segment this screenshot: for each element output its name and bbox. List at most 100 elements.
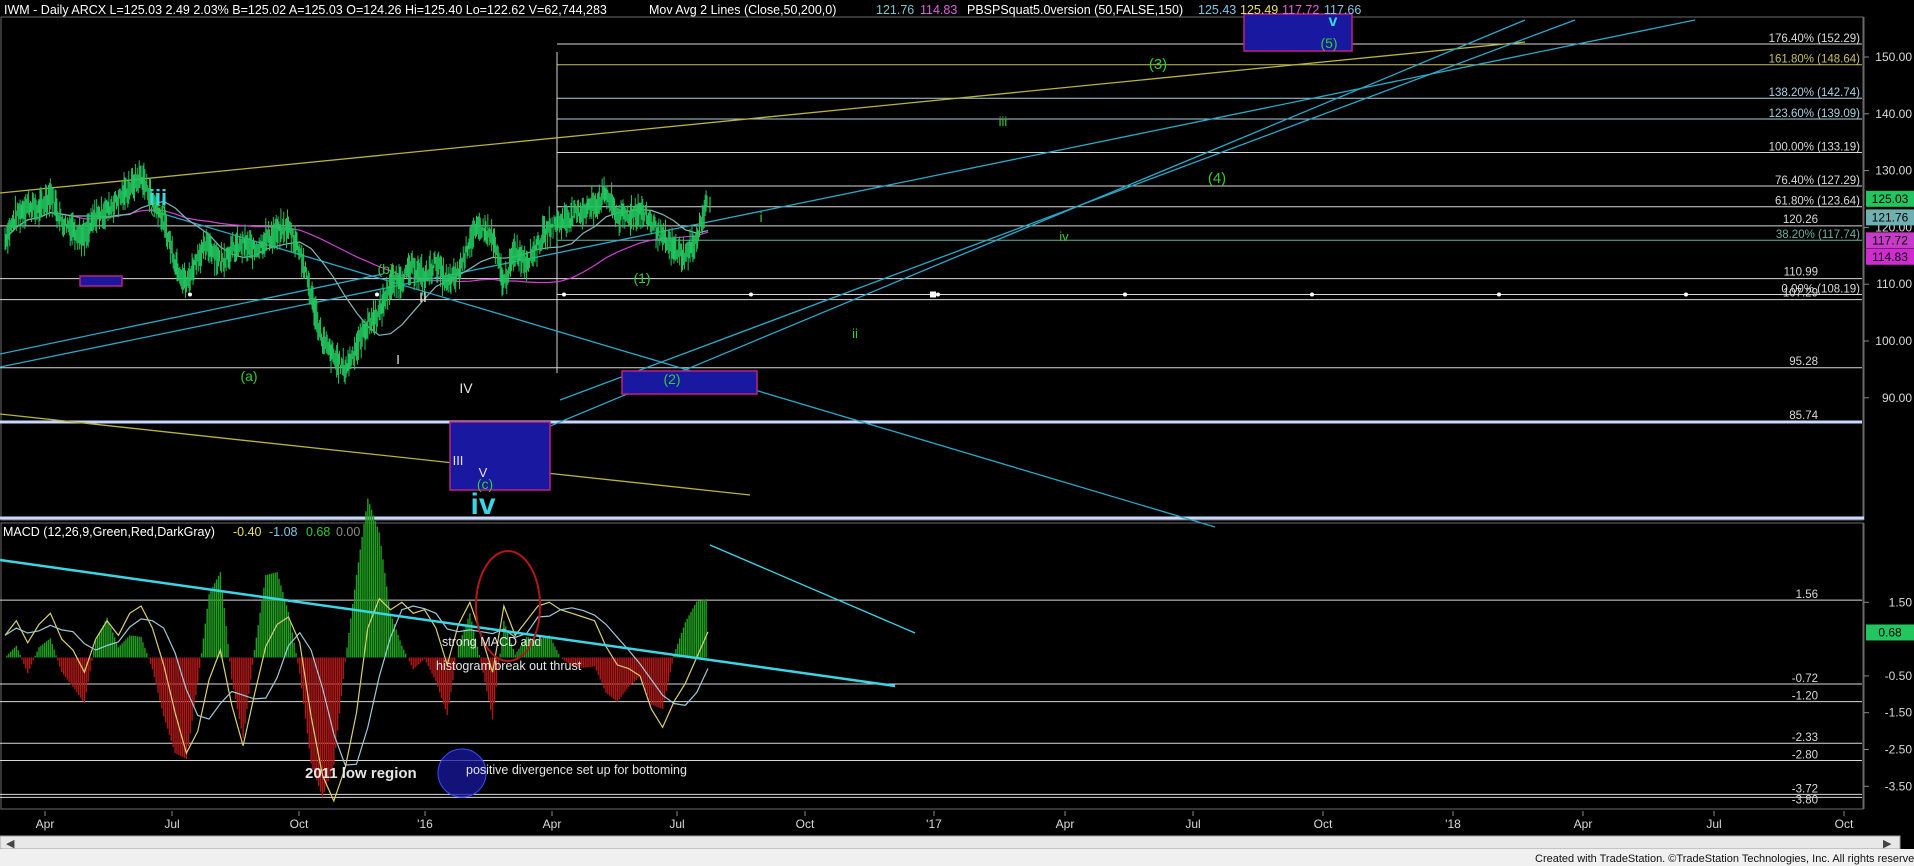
zero-line-square	[930, 291, 936, 298]
annotation-positive-divergence: positive divergence set up for bottoming	[466, 763, 687, 777]
price-tick-label: 150.00	[1875, 50, 1912, 64]
header-mov-avg-50: 121.76	[876, 3, 914, 17]
time-tick-label: Apr	[1056, 817, 1075, 831]
level-label-3: 95.28	[1789, 356, 1818, 368]
fib-label-0: 176.40% (152.29)	[1769, 33, 1861, 45]
level-label-2: 107.29	[1783, 288, 1818, 300]
price-badge-label-2: 117.72	[1872, 233, 1908, 247]
time-tick-label: Jul	[1185, 817, 1200, 831]
macd-level-label-6: -3.80	[1792, 794, 1818, 806]
chart-canvas: 176.40% (152.29) 161.80% (148.64) 138.20% …	[0, 0, 1914, 866]
header-pbsp-label: PBSPSquat5.0version (50,FALSE,150)	[967, 3, 1183, 17]
wave-label-5: I	[396, 352, 400, 367]
header-pbsp-1: 125.43	[1198, 3, 1236, 17]
annotation-2011-low: 2011 low region	[305, 765, 417, 782]
wave-label-14: ii	[852, 326, 858, 341]
time-tick-label: Jul	[669, 817, 684, 831]
time-tick-label: '16	[417, 817, 433, 831]
horizontal-scrollbar[interactable]	[0, 835, 1901, 850]
wave-label-7: III	[453, 453, 464, 468]
macd-tick-label: -0.50	[1885, 669, 1913, 683]
target-box-2015	[79, 275, 123, 287]
macd-header-label: MACD (12,26,9,Green,Red,DarkGray)	[3, 525, 215, 539]
price-badge-label-1: 121.76	[1872, 210, 1909, 224]
macd-level-label-3: -2.33	[1792, 732, 1818, 744]
wave-label-4: II	[419, 289, 427, 305]
zero-line-dot	[1123, 292, 1127, 297]
wave-label-6: IV	[459, 380, 473, 396]
macd-tick-label: 1.50	[1889, 595, 1913, 609]
time-tick-label: Apr	[36, 817, 55, 831]
header-pbsp-3: 117.72	[1282, 3, 1319, 17]
macd-header-val-1: -0.40	[233, 525, 262, 539]
macd-level-label-2: -1.20	[1792, 691, 1818, 703]
macd-header-val-2: -1.08	[269, 525, 298, 539]
time-tick-label: Jul	[164, 817, 179, 831]
zero-line-dot	[936, 292, 940, 297]
zero-line-dot	[1684, 292, 1688, 297]
header-pbsp-2: 125.49	[1240, 3, 1278, 17]
zero-line-dot	[1497, 292, 1501, 297]
time-tick-label: Oct	[290, 817, 309, 831]
fib-label-5: 76.40% (127.29)	[1775, 175, 1860, 187]
zero-line-dot	[749, 292, 753, 297]
scroll-left-icon[interactable]: ◀	[6, 838, 15, 850]
zero-line-dot	[1310, 292, 1314, 297]
fib-label-1: 161.80% (148.64)	[1769, 54, 1861, 66]
price-tick-label: 130.00	[1875, 164, 1912, 178]
fib-label-7: 38.20% (117.74)	[1776, 229, 1860, 241]
level-label-0: 120.26	[1783, 214, 1818, 226]
scroll-right-icon[interactable]: ▶	[1883, 838, 1892, 850]
target-box-wave-2	[621, 370, 758, 395]
macd-tick-label: -1.50	[1885, 706, 1913, 720]
price-badge-label-0: 125.03	[1872, 192, 1909, 206]
wave-label-15: iii	[999, 114, 1008, 129]
time-tick-label: Oct	[1835, 817, 1854, 831]
time-tick-label: Apr	[1574, 817, 1593, 831]
wave-label-16: iv	[1059, 229, 1069, 244]
fib-label-6: 61.80% (123.64)	[1775, 196, 1860, 208]
annotation-strong-macd: strong MACD and	[442, 635, 541, 649]
level-label-4: 85.74	[1789, 410, 1818, 422]
header-mov-avg-200: 114.83	[920, 3, 957, 17]
wave-label-19: (5)	[1320, 35, 1337, 51]
time-tick-label: Apr	[543, 817, 562, 831]
price-badge-label-3: 114.83	[1872, 250, 1908, 264]
zero-line-dot	[375, 292, 379, 297]
price-tick-label: 100.00	[1875, 334, 1912, 348]
wave-label-1: (5)	[150, 202, 166, 217]
price-tick-label: 90.00	[1882, 391, 1912, 405]
target-box-2016-low	[449, 421, 551, 491]
wave-label-18: (4)	[1208, 170, 1226, 187]
price-tick-label: 140.00	[1875, 107, 1912, 121]
wave-label-13: i	[759, 209, 762, 225]
time-tick-label: '17	[926, 817, 942, 831]
header-symbol-line: IWM - Daily ARCX L=125.03 2.49 2.03% B=1…	[4, 3, 607, 17]
macd-level-label-4: -2.80	[1792, 750, 1818, 762]
price-tick-label: 110.00	[1876, 277, 1912, 291]
fib-label-2: 138.20% (142.74)	[1769, 87, 1861, 99]
zero-line-dot	[562, 292, 566, 297]
level-label-1: 110.99	[1784, 267, 1818, 279]
macd-level-label-0: 1.56	[1796, 589, 1818, 601]
wave-label-10: iv	[470, 488, 495, 521]
fib-label-4: 100.00% (133.19)	[1769, 141, 1861, 153]
zero-line-dot	[188, 292, 192, 297]
time-tick-label: '18	[1445, 817, 1461, 831]
wave-label-3: (a)	[240, 368, 257, 384]
footer-credit: Created with TradeStation. ©TradeStation…	[1535, 853, 1914, 865]
macd-badge-label: 0.68	[1878, 625, 1902, 639]
fib-label-3: 123.60% (139.09)	[1769, 108, 1861, 120]
time-tick-label: Oct	[796, 817, 815, 831]
header-mov-avg-label: Mov Avg 2 Lines (Close,50,200,0)	[649, 3, 836, 17]
macd-header-val-3: 0.68	[306, 525, 330, 539]
header-pbsp-4: 117.66	[1324, 3, 1361, 17]
wave-label-2: (b)	[377, 261, 394, 277]
time-tick-label: Oct	[1314, 817, 1333, 831]
macd-header-val-4: 0.00	[336, 525, 360, 539]
wave-label-11: (1)	[633, 270, 650, 286]
time-tick-label: Jul	[1706, 817, 1721, 831]
macd-tick-label: -3.50	[1885, 779, 1913, 793]
macd-level-label-1: -0.72	[1792, 673, 1818, 685]
chart-background	[0, 0, 1914, 866]
